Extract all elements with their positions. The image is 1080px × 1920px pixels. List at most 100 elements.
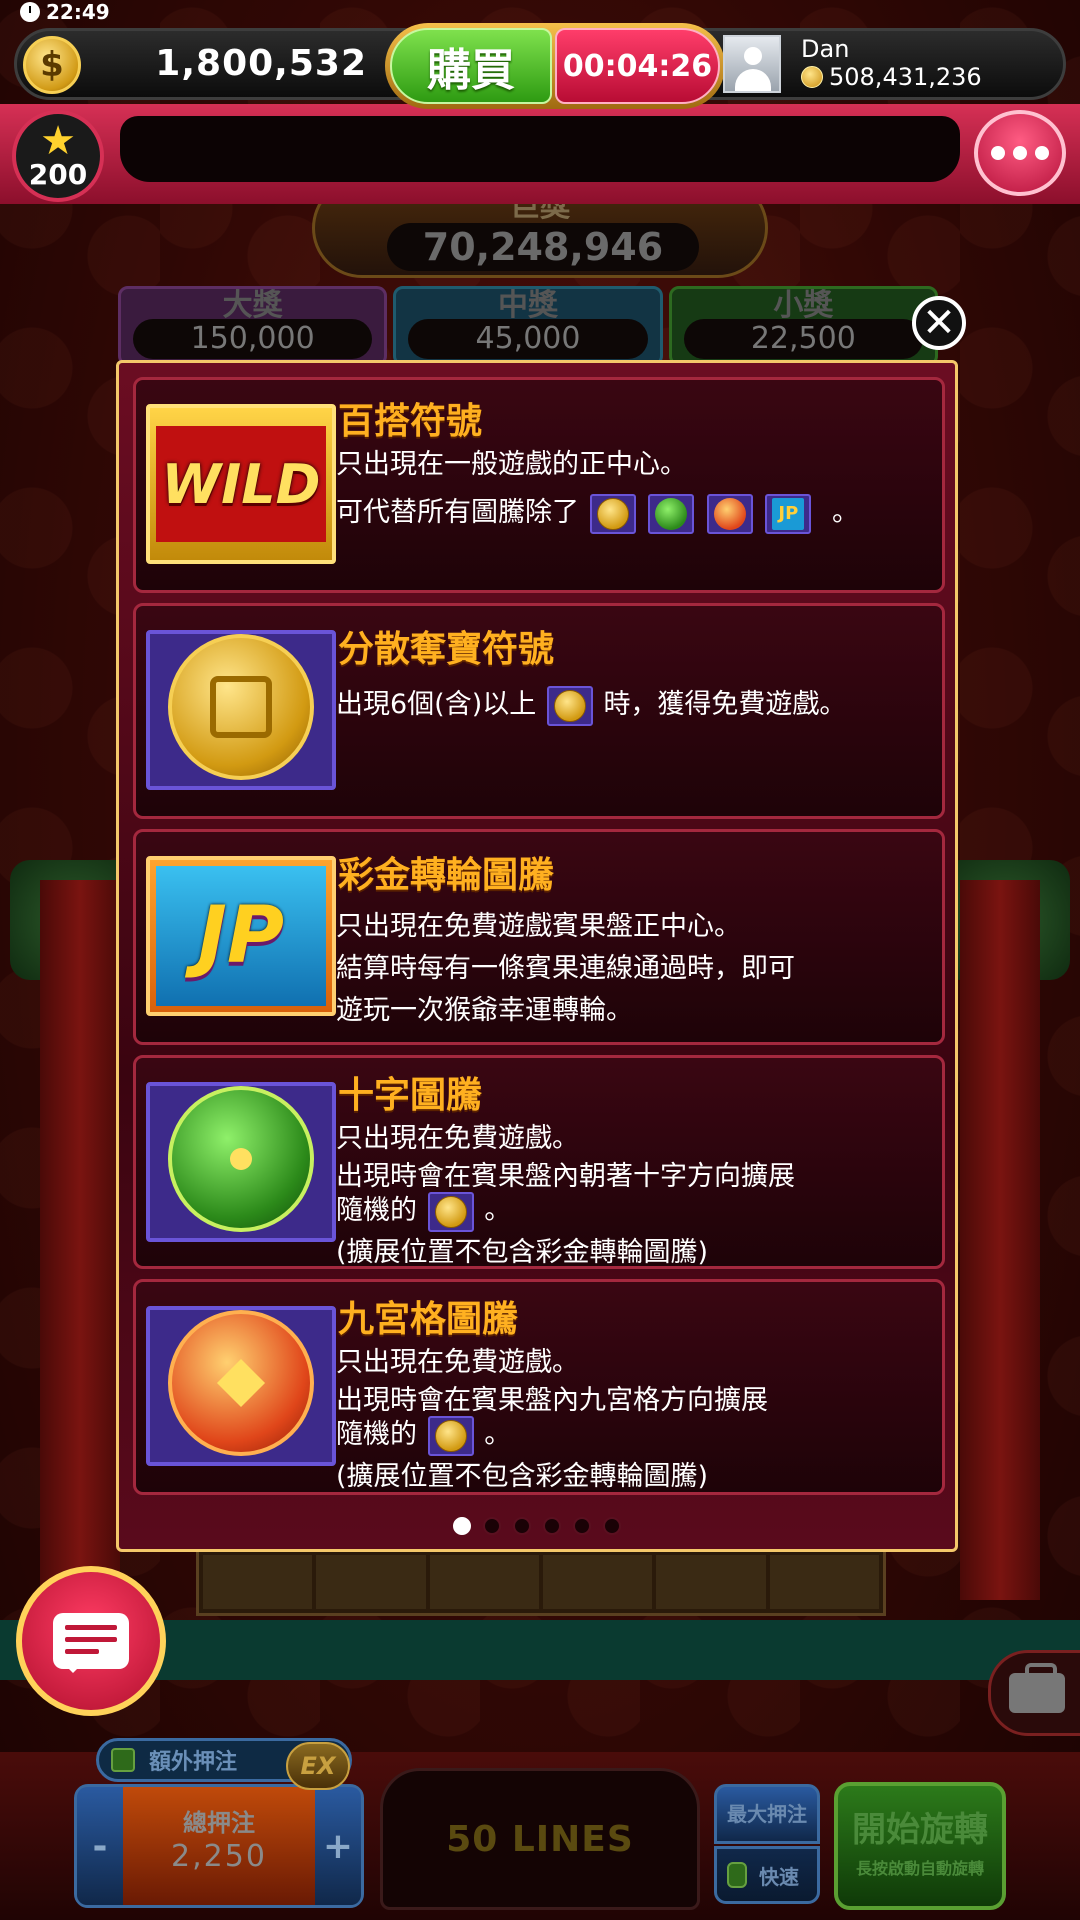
bonus-timer[interactable]: 00:04:26 [555,28,720,104]
jackpot-major-value: 150,000 [133,319,373,359]
jackpot-mini: 小獎 22,500 [668,286,938,366]
scatter-coin-icon [427,1191,474,1232]
ribbon-marquee [120,116,960,182]
card-line: 遊玩一次猴爺幸運轉輪。 [336,995,633,1026]
spin-sublabel: 長按啟動自動旋轉 [855,1859,984,1878]
chat-button[interactable] [16,1566,166,1716]
clock-icon [20,2,40,22]
symbol-card-jp: JP 彩金轉輪圖騰 只出現在免費遊戲賓果盤正中心。 結算時每有一條賓果連線通過時… [133,829,945,1045]
jackpot-mini-value: 22,500 [683,319,923,359]
cross-totem-symbol-icon [146,1082,336,1242]
card-line-text: 。 [831,497,859,528]
jackpot-row: 大獎 150,000 中獎 45,000 小獎 22,500 [118,286,938,366]
lines-display: 50 LINES [380,1768,700,1910]
slot-reels [196,1548,886,1616]
status-bar: 22:49 [0,0,1080,24]
bag-button[interactable] [988,1650,1080,1736]
pagination-dots [119,1517,955,1535]
jackpot-minor-label: 中獎 [497,288,558,323]
card-line: 結算時每有一條賓果連線通過時，即可 [336,953,795,984]
card-line-text: 隨機的 [336,1419,417,1450]
coin-icon[interactable]: $ [23,36,81,94]
card-line: 只出現在一般遊戲的正中心。 [336,449,687,480]
jackpot-major-label: 大獎 [222,288,283,323]
total-bet-label: 總押注 [183,1809,255,1837]
user-coins: 508,431,236 [801,63,982,91]
card-line: (擴展位置不包含彩金轉輪圖騰) [336,1461,709,1492]
dot-icon [1013,146,1027,160]
jackpot-mini-label: 小獎 [773,288,834,323]
briefcase-icon [1009,1663,1065,1713]
symbol-card-wild: WILD 百搭符號 只出現在一般遊戲的正中心。 可代替所有圖騰除了 JP 。 [133,377,945,593]
extra-bet-checkbox[interactable] [111,1748,135,1772]
symbol-card-cross: 十字圖騰 只出現在免費遊戲。 出現時會在賓果盤內朝著十字方向擴展 隨機的 。 (… [133,1055,945,1269]
buy-button[interactable]: 購買 [390,28,552,104]
page-dot[interactable] [573,1517,591,1535]
dot-icon [1035,146,1049,160]
card-line-text: 隨機的 [336,1195,417,1226]
scatter-coin-icon [589,493,636,534]
card-line: 出現6個(含)以上 時，獲得免費遊戲。 [336,682,846,726]
level-badge[interactable]: ★ 200 [12,110,104,202]
jackpot-minor-value: 45,000 [408,319,648,359]
extra-bet-label: 額外押注 [149,1750,238,1775]
card-line: (擴展位置不包含彩金轉輪圖騰) [336,1237,709,1268]
card-line: 隨機的 。 [336,1412,511,1456]
symbol-card-scatter: 分散奪寶符號 出現6個(含)以上 時，獲得免費遊戲。 [133,603,945,819]
coin-small-icon [801,66,823,88]
card-line: 只出現在免費遊戲。 [336,1123,579,1154]
coin-balance: 1,800,532 [155,43,367,84]
more-menu-button[interactable] [974,110,1066,196]
page-dot[interactable] [483,1517,501,1535]
card-line-text: 可代替所有圖騰除了 [336,497,579,528]
spin-button[interactable]: 開始旋轉 長按啟動自動旋轉 [834,1782,1006,1910]
page-dot[interactable] [453,1517,471,1535]
page-dot[interactable] [513,1517,531,1535]
page-dot[interactable] [603,1517,621,1535]
jp-symbol-icon: JP [146,856,336,1016]
close-icon: ✕ [922,300,956,346]
chat-icon [53,1613,129,1673]
bet-decrease-button[interactable]: - [77,1787,123,1905]
close-button[interactable]: ✕ [912,296,966,350]
fast-toggle-indicator [727,1862,747,1888]
card-line: 可代替所有圖騰除了 JP 。 [336,490,859,534]
jackpot-major: 大獎 150,000 [118,286,388,366]
card-line: 只出現在免費遊戲賓果盤正中心。 [336,911,741,942]
card-title: 十字圖騰 [338,1075,483,1116]
ribbon-bar [0,104,1080,204]
symbol-card-grid: 九宮格圖騰 只出現在免費遊戲。 出現時會在賓果盤內九宮格方向擴展 隨機的 。 (… [133,1279,945,1495]
fast-toggle[interactable]: 快速 [714,1846,820,1904]
username: Dan [801,35,850,63]
top-bar: $ 1,800,532 購買 00:04:26 Dan 508,431,236 [14,23,1066,109]
jackpot-minor: 中獎 45,000 [393,286,663,366]
avatar[interactable] [723,35,781,93]
user-coins-value: 508,431,236 [829,63,982,91]
scatter-coin-icon [546,685,593,726]
scatter-symbol-icon [146,630,336,790]
paytable-dialog: WILD 百搭符號 只出現在一般遊戲的正中心。 可代替所有圖騰除了 JP 。 分… [116,360,958,1552]
total-bet-box: - 總押注 2,250 + [74,1784,364,1908]
star-icon: ★ [40,118,76,164]
card-title: 百搭符號 [338,401,483,442]
max-bet-button[interactable]: 最大押注 [714,1784,820,1844]
jp-symbol-text: JP [197,891,285,981]
page-dot[interactable] [543,1517,561,1535]
wild-symbol-icon: WILD [146,404,336,564]
grid-totem-symbol-icon [146,1306,336,1466]
cross-totem-icon [648,493,695,534]
card-line-text: 。 [484,1195,512,1226]
card-line-text: 出現6個(含)以上 [336,689,537,720]
dot-icon [991,146,1005,160]
card-title: 分散奪寶符號 [338,629,555,670]
buy-group: 購買 00:04:26 [385,23,725,109]
grid-totem-icon [706,493,753,534]
status-time: 22:49 [46,0,110,24]
card-title: 九宮格圖騰 [338,1299,519,1340]
jackpot-grand-value: 70,248,946 [387,223,699,271]
card-line-text: 時，獲得免費遊戲。 [603,689,847,720]
card-line: 隨機的 。 [336,1188,511,1232]
bet-increase-button[interactable]: + [315,1787,361,1905]
total-bet-value: 2,250 [171,1839,267,1874]
level-value: 200 [28,158,88,191]
